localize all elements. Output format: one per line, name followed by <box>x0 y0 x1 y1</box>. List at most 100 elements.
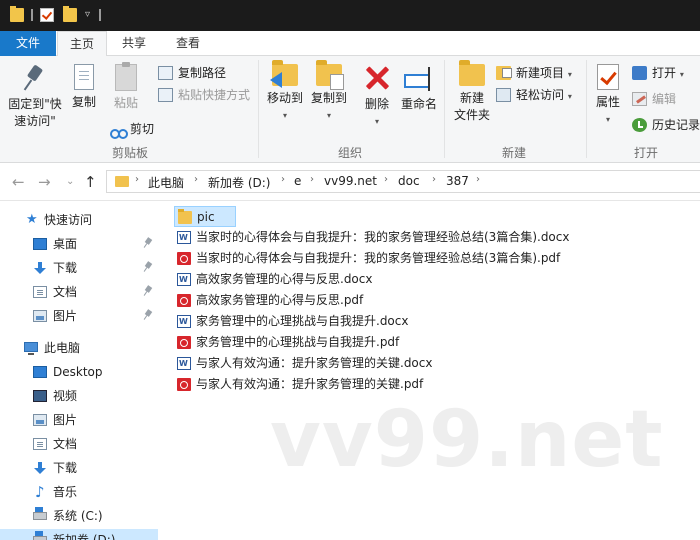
easy-access-button[interactable]: 轻松访问 ▾ <box>496 86 572 104</box>
list-item[interactable]: 高效家务管理的心得与反思.pdf <box>174 290 363 311</box>
nav-item-drive-d[interactable]: 新加卷 (D:) <box>0 529 158 540</box>
cut-button[interactable]: 剪切 <box>110 120 154 139</box>
ribbon-separator <box>444 60 445 158</box>
history-label: 历史记录 <box>652 118 700 132</box>
nav-item-pictures[interactable]: 图片 <box>0 305 158 327</box>
file-name: 与家人有效沟通：提升家务管理的关键.pdf <box>196 377 424 391</box>
nav-item-documents[interactable]: 文档 <box>0 281 158 303</box>
music-note-icon: ♪ <box>35 483 45 501</box>
navigation-pane: ★ 快速访问 桌面 下载 文档 图片 此电脑 Desktop 视频 图片 文档 <box>0 202 158 540</box>
customize-toolbar-chevron-icon[interactable]: ▿ <box>85 9 90 20</box>
list-item[interactable]: 当家时的心得体会与自我提升：我的家务管理经验总结(3篇合集).docx <box>174 227 569 248</box>
breadcrumb-chevron-icon[interactable]: › <box>310 174 314 185</box>
file-list: pic 当家时的心得体会与自我提升：我的家务管理经验总结(3篇合集).docx … <box>158 202 700 540</box>
nav-item-desktop-pc[interactable]: Desktop <box>0 361 158 383</box>
pin-label-line1: 固定到"快 <box>8 97 62 111</box>
up-arrow-icon[interactable]: ↑ <box>84 173 97 191</box>
nav-item-downloads[interactable]: 下载 <box>0 257 158 279</box>
tab-file[interactable]: 文件 <box>0 31 56 56</box>
breadcrumb-chevron-icon[interactable]: › <box>476 174 480 185</box>
download-arrow-icon <box>33 462 47 474</box>
back-arrow-icon[interactable]: ← <box>12 173 25 191</box>
nav-item-videos[interactable]: 视频 <box>0 385 158 407</box>
nav-item-downloads-pc[interactable]: 下载 <box>0 457 158 479</box>
file-name: pic <box>197 210 215 224</box>
breadcrumb-chevron-icon[interactable]: › <box>384 174 388 185</box>
recent-locations-chevron-icon[interactable]: ⌄ <box>66 176 74 187</box>
forward-arrow-icon[interactable]: → <box>38 173 51 191</box>
nav-item-drive-c[interactable]: 系统 (C:) <box>0 505 158 527</box>
copy-to-button[interactable]: 复制到 ▾ <box>306 60 352 124</box>
pdf-icon <box>177 294 191 307</box>
new-folder-button[interactable]: 新建 文件夹 <box>450 60 494 124</box>
address-bar[interactable]: › 此电脑 › 新加卷 (D:) › e › vv99.net › doc › … <box>106 170 700 193</box>
word-doc-icon <box>177 353 191 374</box>
nav-item-desktop[interactable]: 桌面 <box>0 233 158 255</box>
file-name: 与家人有效沟通：提升家务管理的关键.docx <box>196 356 433 370</box>
file-name: 高效家务管理的心得与反思.pdf <box>196 293 364 307</box>
list-item[interactable]: 与家人有效沟通：提升家务管理的关键.docx <box>174 353 432 374</box>
paste-shortcut-button[interactable]: 粘贴快捷方式 <box>158 86 250 104</box>
new-folder-icon[interactable] <box>63 6 77 22</box>
properties-check-icon[interactable] <box>40 8 54 22</box>
list-item[interactable]: 家务管理中的心理挑战与自我提升.pdf <box>174 332 399 353</box>
breadcrumb-chevron-icon[interactable]: › <box>135 174 139 185</box>
new-item-icon <box>496 66 512 80</box>
list-item[interactable]: 高效家务管理的心得与反思.docx <box>174 269 372 290</box>
copy-button[interactable]: 复制 <box>68 64 100 111</box>
ribbon-separator <box>258 60 259 158</box>
watermark: vv99.net <box>270 395 664 485</box>
breadcrumb-vv99[interactable]: vv99.net <box>324 174 377 188</box>
move-to-button[interactable]: 移动到 ▾ <box>262 60 308 124</box>
file-name: 当家时的心得体会与自我提升：我的家务管理经验总结(3篇合集).docx <box>196 230 570 244</box>
rename-button[interactable]: 重命名 <box>398 64 440 113</box>
new-item-button[interactable]: 新建项目 ▾ <box>496 64 572 82</box>
delete-button[interactable]: 删除 ▾ <box>360 64 394 130</box>
nav-quick-access[interactable]: ★ 快速访问 <box>0 209 158 231</box>
tab-view[interactable]: 查看 <box>166 31 210 56</box>
breadcrumb-387[interactable]: 387 <box>446 174 469 188</box>
tab-share[interactable]: 共享 <box>112 31 156 56</box>
history-button[interactable]: 历史记录 <box>632 116 700 134</box>
breadcrumb-doc[interactable]: doc <box>398 174 420 188</box>
video-icon <box>33 390 47 402</box>
copy-path-button[interactable]: 复制路径 <box>158 64 226 82</box>
breadcrumb-chevron-icon[interactable]: › <box>432 174 436 185</box>
copy-icon <box>74 64 94 90</box>
breadcrumb-chevron-icon[interactable]: › <box>194 174 198 185</box>
history-icon <box>632 118 647 132</box>
nav-item-pictures-pc[interactable]: 图片 <box>0 409 158 431</box>
new-item-label: 新建项目 <box>516 66 565 80</box>
paste-label: 粘贴 <box>113 96 138 110</box>
pin-to-quick-access-button[interactable]: 固定到"快 速访问" <box>4 64 66 130</box>
ribbon-tabs: 文件 主页 共享 查看 <box>0 31 700 57</box>
breadcrumb-drive-d[interactable]: 新加卷 (D:) <box>208 174 270 191</box>
nav-item-documents-pc[interactable]: 文档 <box>0 433 158 455</box>
list-item[interactable]: 当家时的心得体会与自我提升：我的家务管理经验总结(3篇合集).pdf <box>174 248 560 269</box>
edit-button[interactable]: 编辑 <box>632 90 676 108</box>
delete-chevron-down-icon: ▾ <box>374 117 379 126</box>
nav-this-pc[interactable]: 此电脑 <box>0 337 158 359</box>
tab-home[interactable]: 主页 <box>57 31 107 57</box>
paste-button[interactable]: 粘贴 <box>110 62 142 112</box>
properties-button[interactable]: 属性 ▾ <box>590 64 626 128</box>
copy-to-chevron-down-icon: ▾ <box>326 111 331 120</box>
list-item[interactable]: 家务管理中的心理挑战与自我提升.docx <box>174 311 408 332</box>
move-to-chevron-down-icon: ▾ <box>282 111 287 120</box>
nav-item-label: 文档 <box>53 285 78 299</box>
properties-chevron-down-icon: ▾ <box>605 115 610 124</box>
list-item-folder-pic[interactable]: pic <box>174 206 236 227</box>
breadcrumb-chevron-icon[interactable]: › <box>281 174 285 185</box>
breadcrumb-e[interactable]: e <box>294 174 301 188</box>
folder-icon[interactable] <box>10 6 24 22</box>
nav-item-music[interactable]: ♪ 音乐 <box>0 481 158 503</box>
open-button[interactable]: 打开 ▾ <box>632 64 684 82</box>
folder-icon <box>178 209 192 224</box>
ribbon-separator <box>586 60 587 158</box>
file-name: 家务管理中的心理挑战与自我提升.pdf <box>196 335 400 349</box>
breadcrumb-this-pc[interactable]: 此电脑 <box>148 174 184 191</box>
nav-item-label: 文档 <box>53 437 78 451</box>
list-item[interactable]: 与家人有效沟通：提升家务管理的关键.pdf <box>174 374 423 395</box>
nav-item-label: 新加卷 (D:) <box>53 533 116 540</box>
new-folder-label-line1: 新建 <box>459 91 484 105</box>
